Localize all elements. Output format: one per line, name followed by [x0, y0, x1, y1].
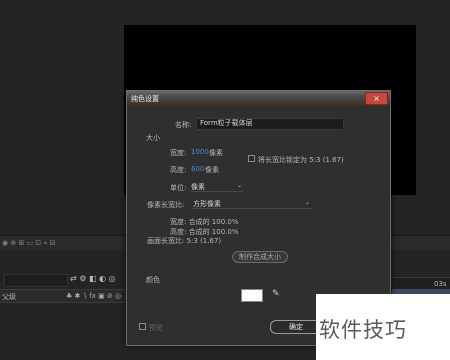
layer-header-row: 父级 ♣ ✱ ∖ fx ▣ ⊘ ◎ [0, 289, 128, 303]
chevron-down-icon: ⌄ [236, 182, 242, 189]
color-swatch[interactable] [241, 289, 263, 302]
preview-checkbox[interactable] [139, 323, 146, 330]
info-width: 宽度: 合成的 100.0% [170, 218, 239, 226]
width-unit: 像素 [209, 149, 223, 157]
height-unit: 像素 [205, 166, 219, 174]
ok-button[interactable]: 确定 [270, 320, 322, 334]
timeline-switch-icons[interactable]: ⇄ ⚙ ◧ ◐ ◎ [70, 274, 116, 283]
lock-aspect-label: 将长宽比锁定为 5:3 (1.67) [258, 156, 344, 164]
color-label: 颜色 [146, 276, 160, 284]
units-value: 像素 [191, 183, 205, 191]
name-value: Form粒子载体层 [200, 119, 253, 127]
switch-header-icons: ♣ ✱ ∖ fx ▣ ⊘ ◎ [66, 292, 122, 300]
preview-label: 预览 [149, 324, 163, 332]
height-value[interactable]: 600 [191, 165, 204, 173]
pixel-aspect-value: 方形像素 [193, 200, 221, 208]
toolbar-icons: ◉ ⊕ ⊞ ▭ ⊡ ⌖ ⊟ [2, 239, 56, 247]
timeline-search-input[interactable] [4, 274, 68, 287]
pixel-aspect-label: 像素长宽比: [147, 201, 185, 209]
make-comp-size-button[interactable]: 制作合成大小 [232, 251, 288, 263]
lock-aspect-checkbox[interactable] [248, 155, 255, 162]
parent-header: 父级 [2, 293, 16, 301]
units-dropdown[interactable]: 像素 ⌄ [191, 182, 243, 192]
name-input[interactable]: Form粒子载体层 [196, 118, 344, 130]
name-label: 名称: [175, 121, 192, 129]
watermark-text: 软件技巧 [319, 318, 407, 342]
size-section-label: 大小 [146, 134, 160, 142]
dialog-title: 纯色设置 [131, 95, 159, 103]
width-value[interactable]: 1000 [191, 148, 209, 156]
dialog-titlebar[interactable]: 纯色设置 × [127, 91, 390, 106]
height-label: 高度: [170, 166, 187, 174]
close-icon: × [373, 94, 380, 103]
close-button[interactable]: × [365, 92, 388, 105]
pixel-aspect-dropdown[interactable]: 方形像素 ⌄ [193, 199, 311, 209]
eyedropper-icon[interactable]: ✎ [272, 289, 280, 299]
info-frame-aspect: 画面长宽比: 5:3 (1.67) [147, 237, 222, 245]
width-label: 宽度: [170, 149, 187, 157]
units-label: 单位: [170, 184, 187, 192]
chevron-down-icon: ⌄ [304, 199, 310, 206]
time-marker: 03s [434, 280, 447, 288]
